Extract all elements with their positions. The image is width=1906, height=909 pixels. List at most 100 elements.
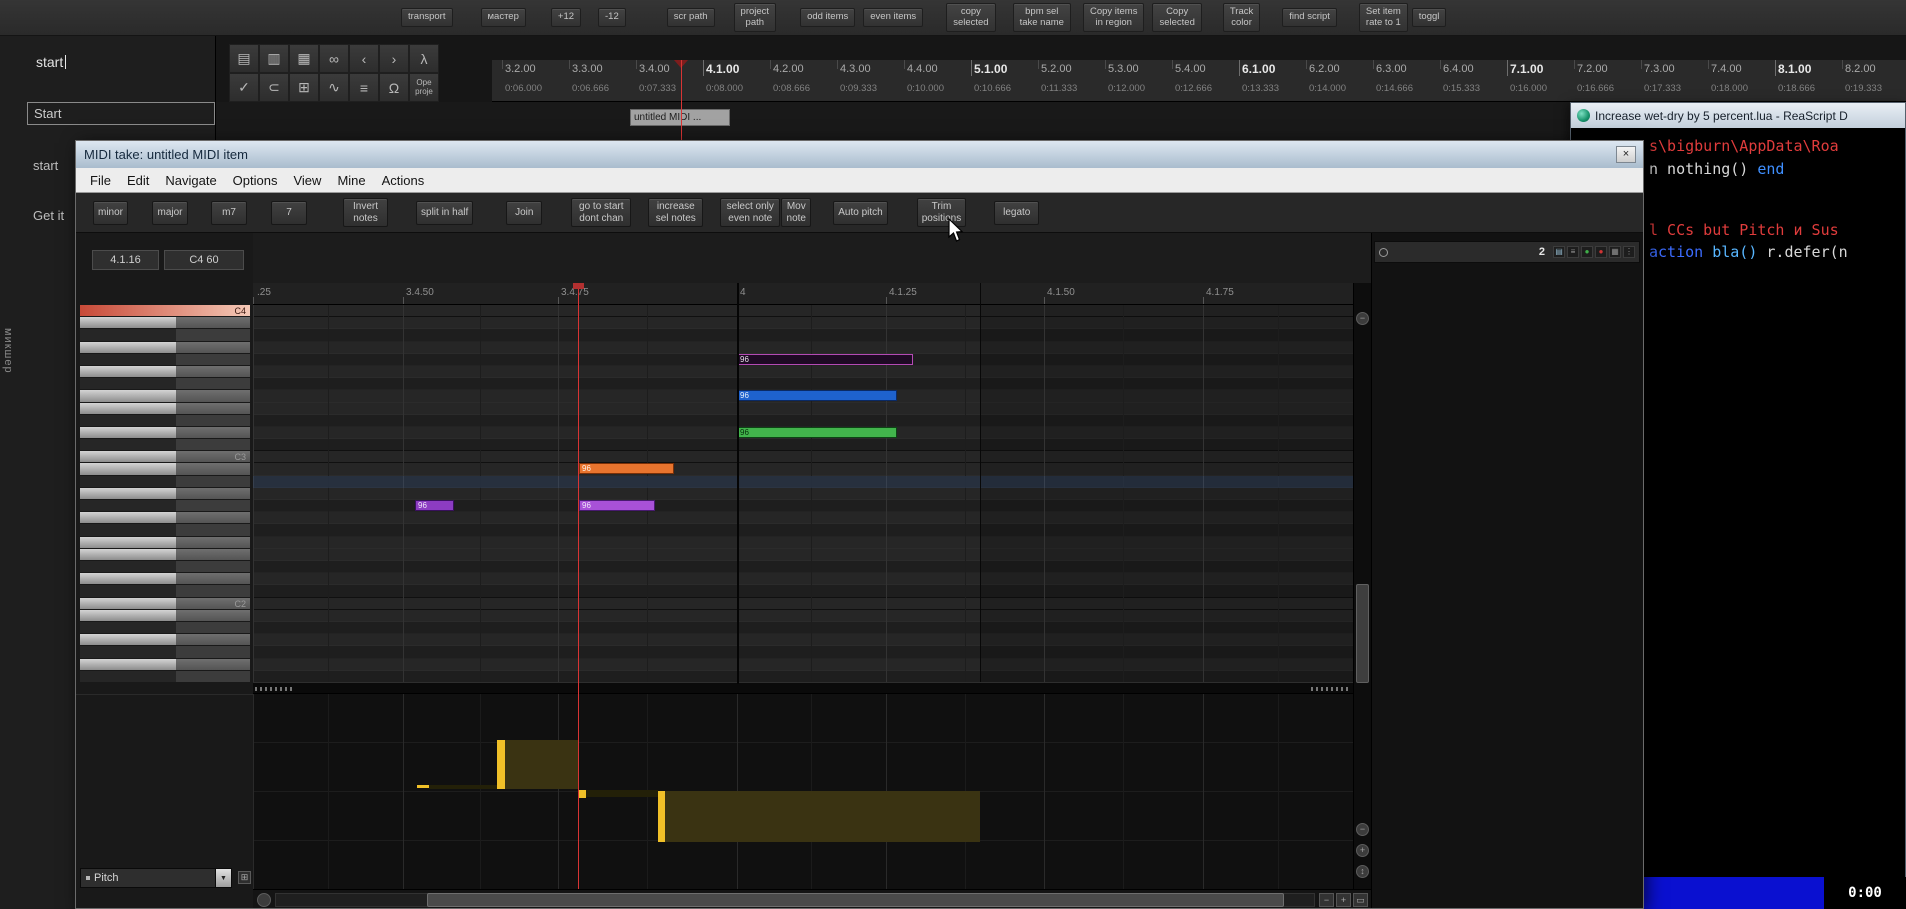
piano-key-fs2[interactable] <box>80 524 250 535</box>
grip-icon[interactable]: ⋮ <box>1623 246 1635 258</box>
search-input[interactable]: start <box>36 54 66 70</box>
save-project-icon[interactable]: ▦ <box>289 44 319 73</box>
lane-divider[interactable] <box>253 682 1353 694</box>
dock-tab-mixer[interactable]: микшер <box>2 328 14 374</box>
piano-key-as2[interactable] <box>80 476 250 487</box>
midi-toolbar-button[interactable]: increase sel notes <box>648 198 703 226</box>
menu-navigate[interactable]: Navigate <box>157 173 224 188</box>
menu-edit[interactable]: Edit <box>119 173 157 188</box>
midi-note[interactable]: 96 <box>737 390 897 401</box>
top-toolbar-button[interactable]: -12 <box>598 8 626 27</box>
piano-key-ds2[interactable] <box>80 561 250 572</box>
piano-key-e3[interactable] <box>80 403 250 414</box>
top-toolbar-button[interactable]: Track color <box>1223 3 1260 32</box>
piano-key-c2[interactable]: C2 <box>80 598 250 609</box>
piano-key-b1[interactable] <box>80 610 250 621</box>
midi-toolbar-button[interactable]: minor <box>93 201 128 225</box>
redo-icon[interactable]: › <box>379 44 409 73</box>
menu-options[interactable]: Options <box>225 173 286 188</box>
piano-key-a1[interactable] <box>80 634 250 645</box>
piano-key-d2[interactable] <box>80 573 250 584</box>
top-toolbar-button[interactable]: toggl <box>1412 8 1447 27</box>
playhead[interactable] <box>578 283 579 889</box>
midi-toolbar-button[interactable]: 7 <box>271 201 307 225</box>
piano-key-fs3[interactable] <box>80 378 250 389</box>
midi-toolbar-button[interactable]: split in half <box>416 201 473 225</box>
cc-event-bar[interactable] <box>658 791 665 842</box>
chevron-down-icon[interactable]: ▼ <box>215 869 231 887</box>
zoom-out-button[interactable]: − <box>1356 823 1369 836</box>
magnet-icon[interactable]: Ω <box>379 73 409 102</box>
piano-key-as1[interactable] <box>80 622 250 633</box>
cc-lane[interactable] <box>253 694 1353 889</box>
hscroll-handle[interactable] <box>427 893 1284 907</box>
top-toolbar-button[interactable]: Copy selected <box>1152 3 1201 32</box>
hzoom-fit-button[interactable]: ▭ <box>1353 893 1368 907</box>
midi-toolbar-button[interactable]: major <box>152 201 188 225</box>
main-playhead[interactable] <box>681 60 682 140</box>
piano-key-c3[interactable]: C3 <box>80 451 250 462</box>
midi-note[interactable]: 96 <box>415 500 454 511</box>
piano-key-e2[interactable] <box>80 549 250 560</box>
top-toolbar-button[interactable]: project path <box>734 3 777 32</box>
midi-note[interactable]: 96 <box>737 354 913 365</box>
midi-toolbar-button[interactable]: m7 <box>211 201 247 225</box>
new-project-icon[interactable]: ▤ <box>229 44 259 73</box>
top-toolbar-button[interactable]: scr path <box>667 8 715 27</box>
vscroll-top-button[interactable]: − <box>1356 312 1369 325</box>
playhead-marker[interactable] <box>573 283 584 289</box>
piano-key-f2[interactable] <box>80 537 250 548</box>
list-item[interactable]: Get it <box>33 208 64 223</box>
piano-key-b2[interactable] <box>80 463 250 474</box>
piano-key-g2[interactable] <box>80 512 250 523</box>
monitor-icon[interactable]: ● <box>1581 246 1593 258</box>
action-icon[interactable]: λ <box>409 44 439 73</box>
midi-item[interactable]: untitled MIDI ... <box>630 109 730 126</box>
zoom-in-button[interactable]: + <box>1356 844 1369 857</box>
piano-key-a2[interactable] <box>80 488 250 499</box>
piano-key-cs3[interactable] <box>80 439 250 450</box>
piano-key-gs2[interactable] <box>80 500 250 511</box>
midi-toolbar-button[interactable]: select only even note <box>720 198 780 226</box>
vscroll-handle[interactable] <box>1356 584 1369 683</box>
piano-key-gs1[interactable] <box>80 646 250 657</box>
top-toolbar-button[interactable]: even items <box>863 8 923 27</box>
piano-key-d3[interactable] <box>80 427 250 438</box>
divider-grip-icon[interactable] <box>255 687 295 691</box>
piano-key-gs3[interactable] <box>80 354 250 365</box>
piano-key-a3[interactable] <box>80 342 250 353</box>
menu-mine[interactable]: Mine <box>329 173 373 188</box>
cc-lane-selector[interactable]: Pitch ▼ <box>80 868 232 888</box>
track-row[interactable]: 2 ▤≡●●▦⋮ <box>1374 241 1640 263</box>
midi-note[interactable]: 96 <box>579 463 674 474</box>
divider-grip-icon[interactable] <box>1311 687 1351 691</box>
ruler-icon[interactable]: ≡ <box>349 73 379 102</box>
top-toolbar-button[interactable]: copy selected <box>946 3 995 32</box>
add-cc-lane-button[interactable]: ⊞ <box>238 871 251 884</box>
edit-cursor[interactable] <box>737 283 739 684</box>
reascript-title-bar[interactable]: Increase wet-dry by 5 percent.lua - ReaS… <box>1571 103 1905 128</box>
piano-key-ds3[interactable] <box>80 415 250 426</box>
top-toolbar-button[interactable]: +12 <box>551 8 581 27</box>
top-toolbar-button[interactable]: find script <box>1282 8 1337 27</box>
open-project-icon[interactable]: ▥ <box>259 44 289 73</box>
link-icon[interactable]: ∞ <box>319 44 349 73</box>
notation-icon[interactable]: ▤ <box>1553 246 1565 258</box>
check-icon[interactable]: ✓ <box>229 73 259 102</box>
list-item-selected[interactable]: Start <box>27 102 215 125</box>
grid-icon[interactable]: ⊞ <box>289 73 319 102</box>
piano-key-fs1[interactable] <box>80 671 250 682</box>
top-toolbar-button[interactable]: Set item rate to 1 <box>1359 3 1408 32</box>
piano-key-g1[interactable] <box>80 659 250 670</box>
undo-icon[interactable]: ‹ <box>349 44 379 73</box>
record-arm-icon[interactable]: ● <box>1595 246 1607 258</box>
envelope-icon[interactable]: ∿ <box>319 73 349 102</box>
midi-hscroll[interactable]: − + ▭ <box>253 889 1371 909</box>
piano-key-b3[interactable] <box>80 317 250 328</box>
menu-view[interactable]: View <box>285 173 329 188</box>
menu-actions[interactable]: Actions <box>374 173 433 188</box>
cc-event-bar[interactable] <box>497 740 505 789</box>
hscroll-left-button[interactable] <box>257 893 271 907</box>
piano-key-as3[interactable] <box>80 329 250 340</box>
list-item[interactable]: start <box>33 158 58 173</box>
